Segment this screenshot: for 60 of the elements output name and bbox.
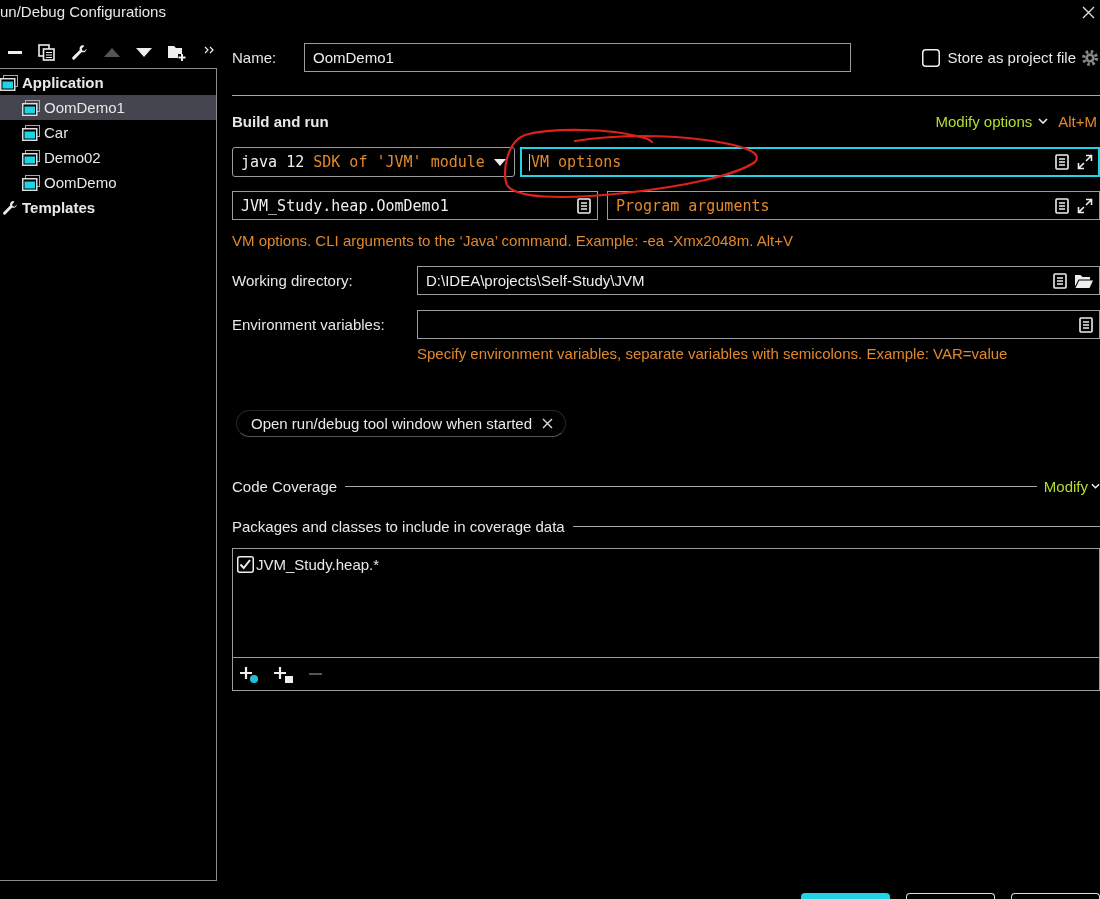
chevron-down-icon xyxy=(1038,118,1049,124)
modify-link[interactable]: Modify xyxy=(1043,477,1100,495)
document-icon[interactable] xyxy=(1055,154,1069,170)
document-icon[interactable] xyxy=(1053,272,1067,289)
window-icon xyxy=(22,149,40,166)
copy-icon[interactable] xyxy=(38,43,55,61)
jre-dropdown[interactable]: java 12 SDK of 'JVM' module xyxy=(232,147,515,177)
down-arrow-icon[interactable] xyxy=(136,47,152,57)
vm-options-field[interactable]: VM options xyxy=(520,147,1100,177)
checkbox[interactable] xyxy=(921,48,940,67)
environment-variables-field[interactable] xyxy=(417,310,1100,339)
modify-options-link[interactable]: Modify options xyxy=(935,112,1049,130)
section-title: Build and run xyxy=(232,112,329,130)
close-icon[interactable] xyxy=(542,418,553,429)
dialog-button[interactable] xyxy=(1011,893,1100,899)
plus-dot-icon[interactable] xyxy=(240,665,258,683)
dialog-button[interactable] xyxy=(906,893,995,899)
expand-icon[interactable] xyxy=(1077,154,1093,170)
main-class-field[interactable]: JVM_Study.heap.OomDemo1 xyxy=(232,191,598,220)
minus-icon[interactable] xyxy=(8,50,22,54)
vm-options-hint: VM options. CLI arguments to the ‘Java’ command. Example: -ea -Xmx2048m. Alt+V xyxy=(232,231,794,251)
caret-icon xyxy=(494,158,506,166)
chevron-down-icon xyxy=(1091,483,1100,489)
tree-item[interactable]: OomDemo1 xyxy=(0,95,216,120)
environment-variables-hint: Specify environment variables, separate variables with semicolons. Example: VAR=value xyxy=(417,344,1009,364)
window-icon xyxy=(22,174,40,191)
tree-item[interactable]: OomDemo xyxy=(0,170,216,195)
document-icon[interactable] xyxy=(577,197,591,214)
shortcut-hint: Alt+M xyxy=(1058,112,1097,130)
folder-icon[interactable] xyxy=(1075,273,1093,288)
wrench-icon[interactable] xyxy=(71,43,88,61)
text-cursor xyxy=(529,153,530,171)
environment-variables-label: Environment variables: xyxy=(232,316,386,333)
working-directory-field[interactable]: D:\IDEA\projects\Self-Study\JVM xyxy=(417,266,1100,295)
folder-plus-icon[interactable] xyxy=(168,43,186,61)
tree-item[interactable]: Demo02 xyxy=(0,145,216,170)
pattern-label[interactable]: JVM_Study.heap.* xyxy=(256,556,380,573)
wrench-icon xyxy=(2,199,18,216)
name-field[interactable]: OomDemo1 xyxy=(304,43,851,72)
window-title: un/Debug Configurations xyxy=(0,2,166,22)
tree-item[interactable]: Car xyxy=(0,120,216,145)
document-icon[interactable] xyxy=(1055,197,1069,214)
expand-icon[interactable] xyxy=(1077,197,1093,214)
working-directory-label: Working directory: xyxy=(232,272,354,289)
checkbox[interactable] xyxy=(237,556,254,573)
close-icon[interactable] xyxy=(1082,6,1095,19)
option-tag-label: Open run/debug tool window when started xyxy=(251,415,532,432)
gear-icon[interactable] xyxy=(1082,49,1098,66)
plus-square-icon[interactable] xyxy=(274,665,293,683)
document-icon[interactable] xyxy=(1079,316,1093,333)
section-title: Code Coverage xyxy=(232,477,338,495)
section-title: Packages and classes to include in coverage data xyxy=(232,517,565,535)
window-icon xyxy=(22,99,40,116)
tree-item[interactable]: Application xyxy=(0,70,216,95)
window-icon xyxy=(22,124,40,141)
double-chevron-icon[interactable] xyxy=(204,46,214,54)
checkbox-label[interactable]: Store as project file xyxy=(947,49,1076,66)
tree-item[interactable]: Templates xyxy=(0,195,216,220)
program-arguments-field[interactable]: Program arguments xyxy=(607,191,1100,220)
name-label: Name: xyxy=(232,49,278,66)
